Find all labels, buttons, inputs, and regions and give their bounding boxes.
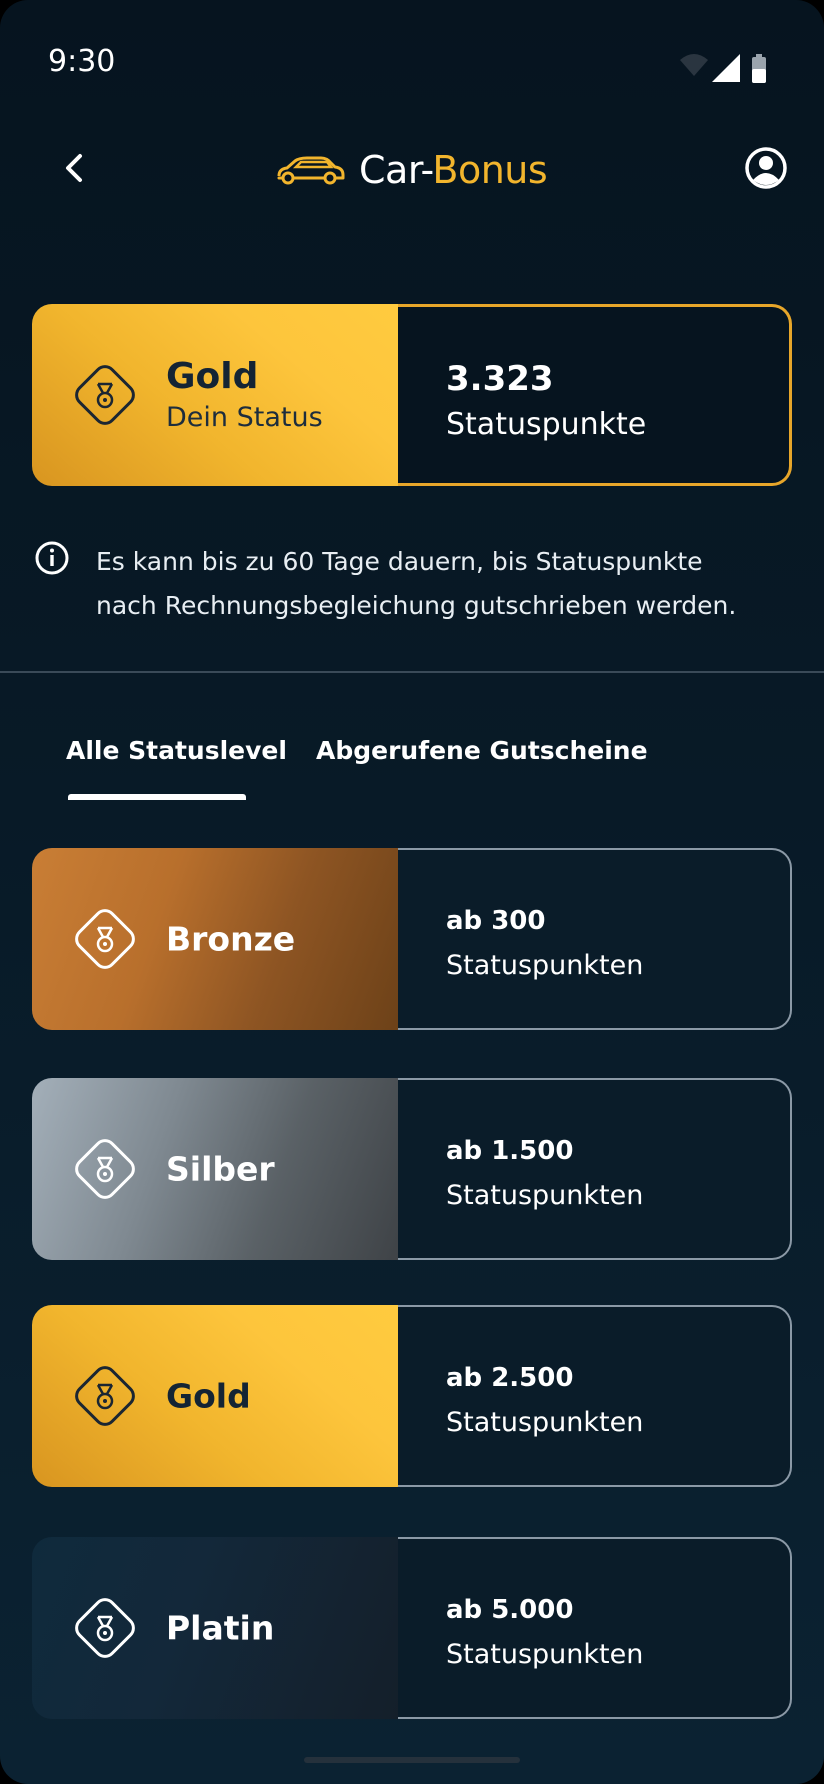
level-unit: Statuspunkten [446,950,644,981]
account-circle-icon [745,147,787,189]
app-title: Car-Bonus [359,148,548,192]
level-name: Gold [166,1376,251,1416]
app-logo: Car-Bonus [275,140,548,200]
level-card-silber[interactable]: Silber ab 1.500 Statuspunkten [32,1078,792,1260]
info-text: Es kann bis zu 60 Tage dauern, bis Statu… [96,540,776,628]
battery-icon [752,54,766,83]
level-threshold-panel: ab 5.000 Statuspunkten [398,1537,792,1719]
info-icon [35,541,69,575]
tab-redeemed-vouchers[interactable]: Abgerufene Gutscheine [316,736,648,765]
medal-icon [75,909,135,969]
level-unit: Statuspunkten [446,1407,644,1438]
wifi-icon [680,54,708,76]
status-title: Gold [166,356,259,397]
status-points-value: 3.323 [446,359,554,399]
back-button[interactable] [52,140,96,196]
medal-icon [75,1139,135,1199]
level-badge-panel: Silber [32,1078,402,1260]
medal-icon [75,1598,135,1658]
status-bar: 9:30 [0,0,824,110]
level-unit: Statuspunkten [446,1639,644,1670]
level-name: Platin [166,1608,275,1648]
level-threshold-panel: ab 300 Statuspunkten [398,848,792,1030]
status-time: 9:30 [48,44,116,79]
level-card-bronze[interactable]: Bronze ab 300 Statuspunkten [32,848,792,1030]
info-line-1: Es kann bis zu 60 Tage dauern, bis Statu… [96,547,703,576]
level-threshold: ab 5.000 [446,1595,574,1625]
signal-icon [712,54,740,82]
active-tab-indicator [68,794,246,800]
current-status-card: Gold Dein Status 3.323 Statuspunkte [32,304,792,486]
status-subtitle: Dein Status [166,402,323,433]
level-threshold: ab 300 [446,906,546,936]
level-threshold: ab 1.500 [446,1136,574,1166]
level-card-platin[interactable]: Platin ab 5.000 Statuspunkten [32,1537,792,1719]
tab-all-status-levels[interactable]: Alle Statuslevel [66,736,287,765]
level-threshold-panel: ab 2.500 Statuspunkten [398,1305,792,1487]
medal-icon [75,1366,135,1426]
section-divider [0,671,824,673]
level-threshold: ab 2.500 [446,1363,574,1393]
level-badge-panel: Gold [32,1305,402,1487]
car-icon [277,156,345,185]
chevron-left-icon [66,154,82,182]
status-points-label: Statuspunkte [446,407,647,442]
level-card-gold[interactable]: Gold ab 2.500 Statuspunkten [32,1305,792,1487]
level-threshold-panel: ab 1.500 Statuspunkten [398,1078,792,1260]
level-name: Silber [166,1149,275,1189]
phone-screen: 9:30 Car-Bonus Gold Dein Status 3.323 St… [0,0,824,1784]
status-icons [680,54,766,83]
level-badge-panel: Platin [32,1537,402,1719]
level-badge-panel: Bronze [32,848,402,1030]
info-line-2: nach Rechnungsbegleichung gutschrieben w… [96,591,737,620]
profile-button[interactable] [744,146,788,190]
app-title-part2: Bonus [432,148,548,192]
status-points-panel: 3.323 Statuspunkte [398,304,792,486]
status-badge-panel: Gold Dein Status [32,304,404,486]
medal-icon [75,365,135,425]
level-name: Bronze [166,919,296,959]
home-indicator[interactable] [304,1757,520,1763]
level-unit: Statuspunkten [446,1180,644,1211]
app-title-part1: Car- [359,148,433,192]
